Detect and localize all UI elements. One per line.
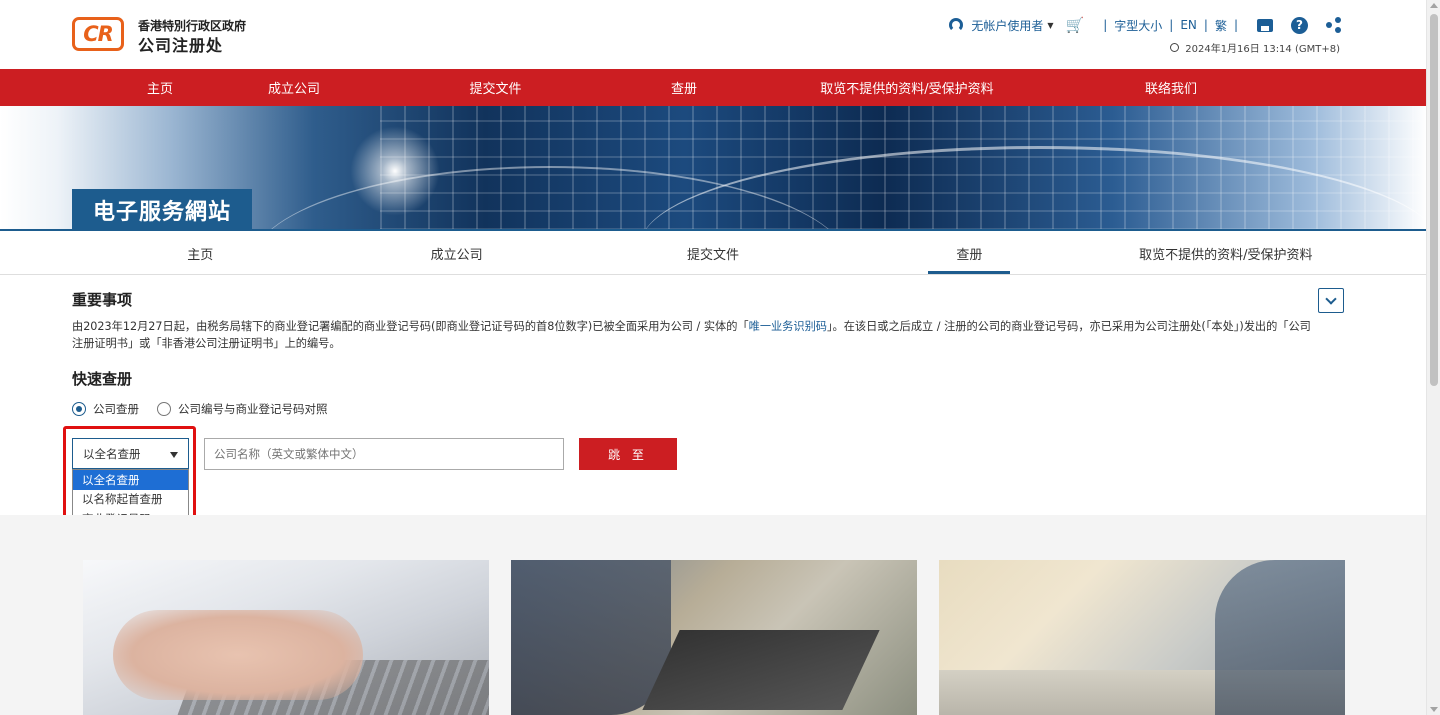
- tab-search[interactable]: 查册: [841, 231, 1097, 275]
- org-name-line2: 公司注册处: [138, 36, 224, 55]
- main-nav: 主页 成立公司 提交文件 查册 取览不提供的资料/受保护资料 联络我们: [0, 69, 1426, 106]
- logo-text: CR: [83, 22, 114, 46]
- feature-card-office[interactable]: [939, 560, 1345, 715]
- uid-link[interactable]: 唯一业务识别码: [749, 320, 827, 333]
- divider: |: [1169, 18, 1174, 32]
- datetime-text: 2024年1月16日 13:14 (GMT+8): [1185, 44, 1340, 55]
- radio-number-lookup[interactable]: [157, 402, 171, 416]
- user-icon: [949, 18, 964, 32]
- font-size-link[interactable]: 字型大小: [1114, 17, 1162, 34]
- collapse-button[interactable]: [1318, 288, 1344, 313]
- clock-icon: [1170, 43, 1180, 52]
- tab-protected-info[interactable]: 取览不提供的资料/受保护资料: [1098, 231, 1354, 275]
- site-header: CR 香港特別行政区政府 公司注册处 无帐户使用者 ▼ 🛒 | 字型大小 | E…: [0, 0, 1426, 69]
- company-name-input[interactable]: [204, 438, 564, 470]
- search-type-radio-group: 公司查册 公司编号与商业登记号码对照: [72, 401, 346, 417]
- divider: |: [1233, 18, 1238, 32]
- main-nav-protected-info[interactable]: 取览不提供的资料/受保护资料: [751, 69, 1063, 106]
- tab-incorporate[interactable]: 成立公司: [328, 231, 584, 275]
- page-scrollbar[interactable]: [1426, 0, 1440, 715]
- share-icon[interactable]: [1326, 17, 1342, 33]
- datetime-display: 2024年1月16日 13:14 (GMT+8): [1170, 40, 1340, 55]
- print-icon[interactable]: [1257, 18, 1273, 32]
- cart-icon[interactable]: 🛒: [1066, 16, 1085, 34]
- caret-down-icon: ▼: [1047, 20, 1054, 30]
- sub-nav-divider: [0, 274, 1426, 275]
- radio-company-search[interactable]: [72, 402, 86, 416]
- main-nav-submit[interactable]: 提交文件: [374, 69, 617, 106]
- help-icon[interactable]: ?: [1291, 16, 1308, 34]
- banner-light-flare: [350, 126, 440, 216]
- hands-image: [113, 610, 363, 700]
- main-nav-incorporate[interactable]: 成立公司: [214, 69, 374, 106]
- scroll-up-icon[interactable]: [1430, 3, 1438, 8]
- radio-label-number-lookup[interactable]: 公司编号与商业登记号码对照: [178, 401, 328, 417]
- person-image: [1215, 560, 1345, 715]
- sub-nav: 主页 成立公司 提交文件 查册 取览不提供的资料/受保护资料: [72, 231, 1354, 275]
- notice-text-part1: 由2023年12月27日起，由税务局辖下的商业登记署编配的商业登记号码(即商业登…: [72, 320, 749, 333]
- banner-title: 电子服务網站: [72, 189, 252, 230]
- notice-text: 由2023年12月27日起，由税务局辖下的商业登记署编配的商业登记号码(即商业登…: [72, 318, 1322, 352]
- feature-card-typing[interactable]: [83, 560, 489, 715]
- cr-logo[interactable]: CR: [72, 17, 124, 51]
- chevron-down-icon: [1325, 292, 1337, 305]
- user-label: 无帐户使用者: [971, 18, 1044, 33]
- main-nav-search[interactable]: 查册: [617, 69, 751, 106]
- main-nav-contact[interactable]: 联络我们: [1063, 69, 1279, 106]
- utility-bar: 无帐户使用者 ▼ 🛒 | 字型大小 | EN | 繁 | ?: [949, 16, 1342, 34]
- laptop-image: [642, 630, 880, 710]
- scroll-down-icon[interactable]: [1430, 707, 1438, 712]
- person-image: [511, 560, 671, 715]
- divider: |: [1203, 18, 1208, 32]
- lang-en-link[interactable]: EN: [1180, 18, 1197, 32]
- feature-card-meeting[interactable]: [511, 560, 917, 715]
- hero-banner: 电子服务網站: [0, 106, 1426, 230]
- divider: |: [1103, 18, 1108, 32]
- tab-submit[interactable]: 提交文件: [585, 231, 841, 275]
- tab-home[interactable]: 主页: [72, 231, 328, 275]
- notice-title: 重要事项: [72, 291, 133, 309]
- lang-tc-link[interactable]: 繁: [1215, 17, 1227, 34]
- scroll-thumb[interactable]: [1430, 14, 1438, 386]
- quick-search-title: 快速查册: [72, 370, 133, 388]
- go-button[interactable]: 跳 至: [579, 438, 677, 470]
- radio-label-company-search[interactable]: 公司查册: [93, 401, 139, 417]
- user-menu[interactable]: 无帐户使用者 ▼: [949, 17, 1054, 34]
